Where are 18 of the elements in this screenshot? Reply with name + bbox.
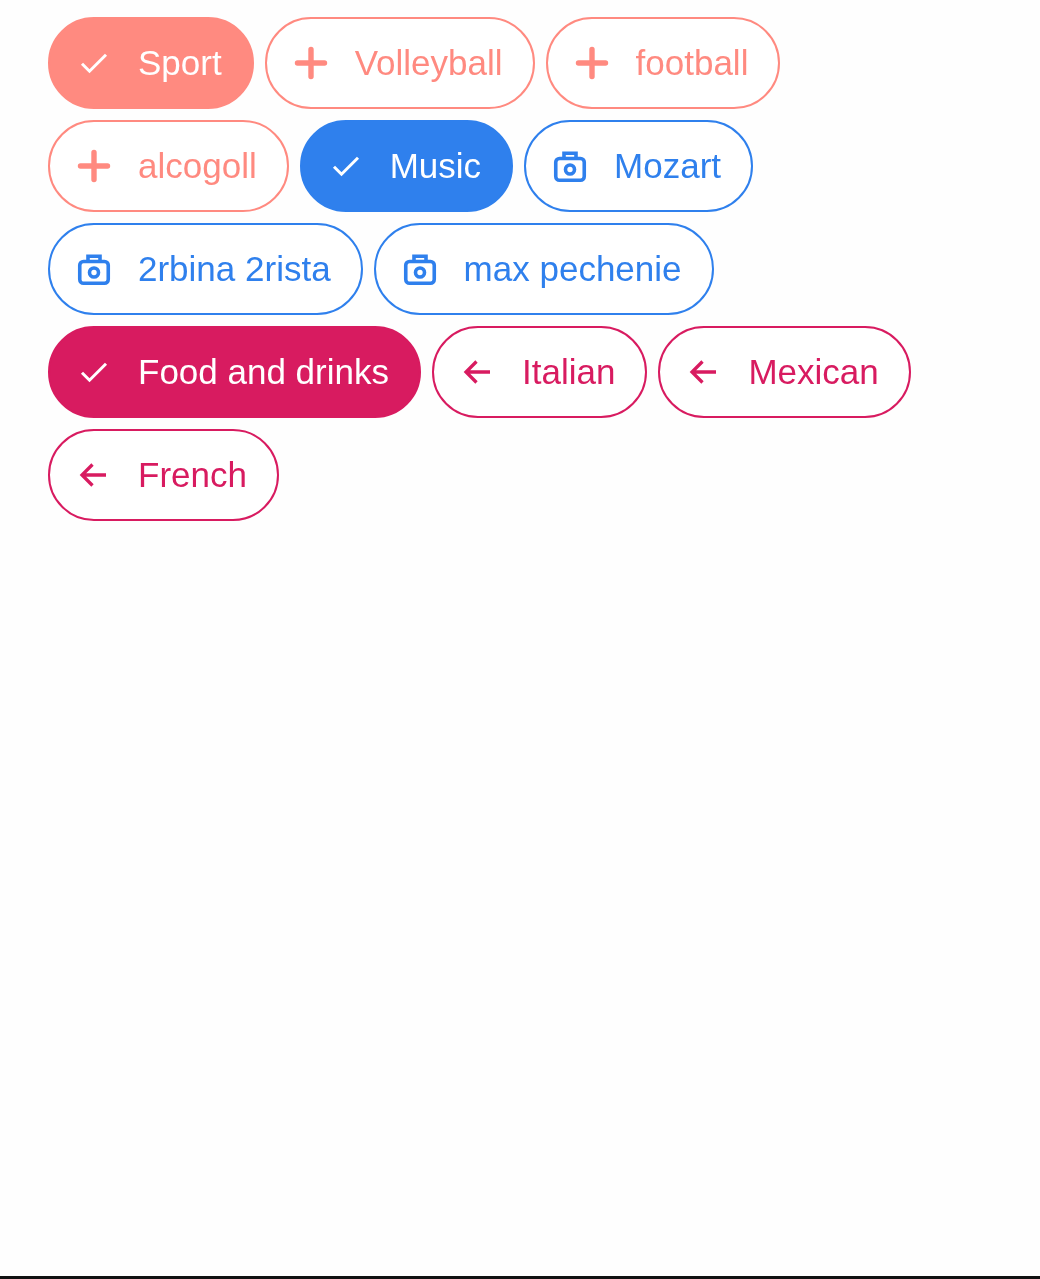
plus-icon <box>573 45 610 81</box>
filter-chip[interactable]: Sport <box>48 17 254 109</box>
plus-icon <box>292 45 329 81</box>
camera-icon <box>401 251 438 287</box>
filter-chip[interactable]: French <box>48 429 279 521</box>
filter-chip[interactable]: Food and drinks <box>48 326 421 418</box>
filter-chip[interactable]: Mozart <box>524 120 754 212</box>
plus-icon <box>76 148 112 184</box>
filter-chip[interactable]: 2rbina 2rista <box>48 223 363 315</box>
filter-chip[interactable]: Volleyball <box>264 17 535 109</box>
filter-chip[interactable]: alcogoll <box>48 120 289 212</box>
filter-chip[interactable]: Italian <box>432 326 648 418</box>
filter-chip[interactable]: football <box>545 17 781 109</box>
filter-chip[interactable]: Mexican <box>658 326 911 418</box>
filter-chip[interactable]: max pechenie <box>373 223 714 315</box>
camera-icon <box>552 148 589 184</box>
camera-icon <box>76 251 112 287</box>
filter-chip[interactable]: Music <box>299 120 514 212</box>
